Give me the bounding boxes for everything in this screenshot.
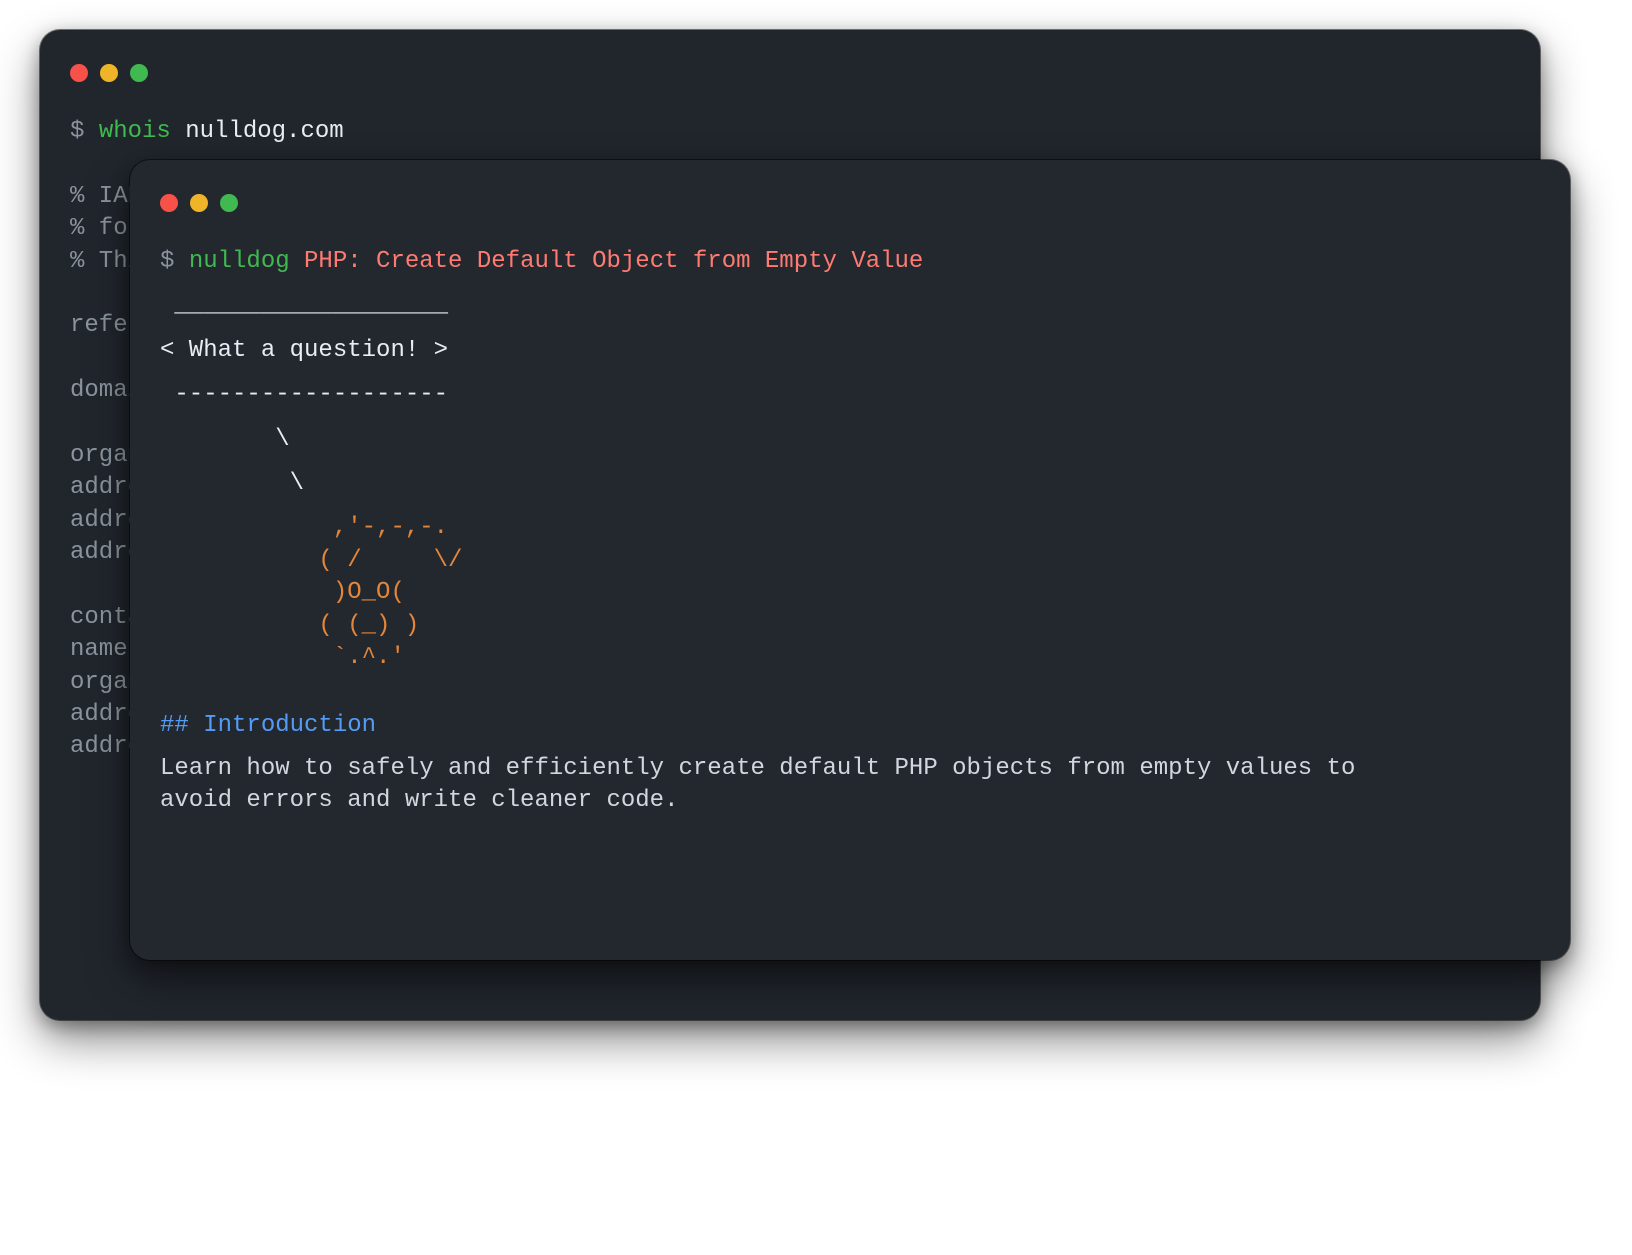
- speech-bubble-bottom: -------------------: [160, 379, 1540, 411]
- minimize-icon[interactable]: [100, 64, 118, 82]
- speech-bubble-middle: < What a question! >: [160, 335, 1540, 367]
- minimize-icon[interactable]: [190, 194, 208, 212]
- speech-bubble-tail1: \: [160, 424, 1540, 456]
- close-icon[interactable]: [70, 64, 88, 82]
- traffic-lights-back: [70, 64, 1510, 82]
- prompt-symbol: $: [70, 118, 99, 145]
- close-icon[interactable]: [160, 194, 178, 212]
- prompt-symbol: $: [160, 248, 189, 275]
- terminal-window-front: $ nulldog PHP: Create Default Object fro…: [130, 160, 1570, 960]
- speech-bubble-tail2: \: [160, 468, 1540, 500]
- ascii-dog: ,'-,-,-. ( / \/ )O_O( ( (_) ) `.^.': [160, 512, 1540, 674]
- traffic-lights-front: [160, 194, 1540, 212]
- front-title: PHP: Create Default Object from Empty Va…: [304, 248, 923, 275]
- front-prompt: $ nulldog PHP: Create Default Object fro…: [160, 246, 1540, 278]
- back-prompt: $ whois nulldog.com: [70, 116, 1510, 148]
- front-command: nulldog: [189, 248, 304, 275]
- zoom-icon[interactable]: [130, 64, 148, 82]
- back-command: whois: [99, 118, 171, 145]
- zoom-icon[interactable]: [220, 194, 238, 212]
- section-heading: ## Introduction: [160, 710, 1540, 742]
- back-command-arg: nulldog.com: [171, 118, 344, 145]
- intro-paragraph: Learn how to safely and efficiently crea…: [160, 753, 1410, 818]
- speech-bubble-top: ___________________: [160, 290, 1540, 322]
